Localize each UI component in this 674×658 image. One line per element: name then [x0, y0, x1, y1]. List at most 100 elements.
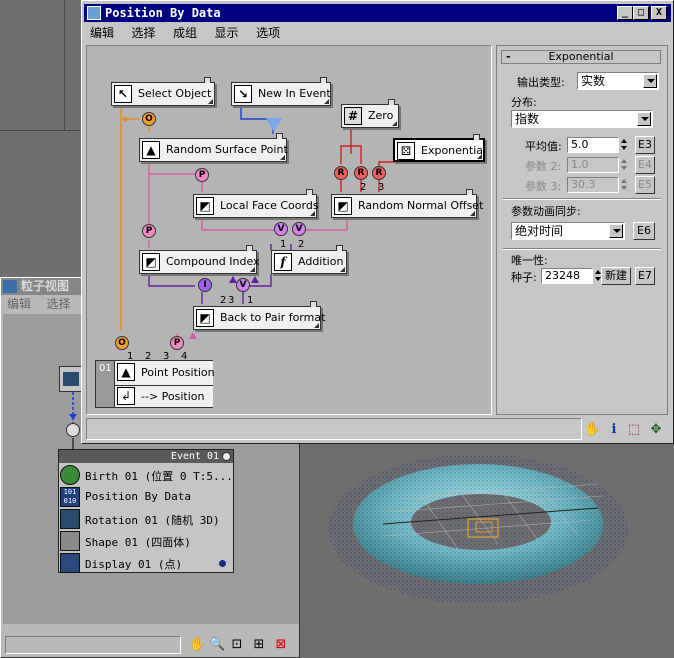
menu-edit[interactable]: 编辑: [90, 26, 114, 40]
node-random-normal-offset[interactable]: ◩ Random Normal Offset: [331, 189, 483, 218]
hand-pan-icon[interactable]: ✋: [189, 637, 205, 653]
perspective-viewport[interactable]: [298, 444, 674, 658]
hash-icon: #: [344, 107, 362, 125]
node-output-tab[interactable]: [466, 189, 473, 195]
operator-display[interactable]: Display 01 (点): [59, 552, 233, 574]
operator-birth[interactable]: Birth 01 (位置 0 T:5...: [59, 464, 233, 486]
circle-v[interactable]: V: [292, 222, 306, 236]
event-input-connector[interactable]: [66, 423, 80, 437]
seed-input[interactable]: 23248: [541, 268, 593, 284]
menu-group[interactable]: 成组: [173, 26, 197, 40]
node-output-tab[interactable]: [310, 301, 317, 307]
menu-display[interactable]: 显示: [215, 26, 239, 40]
circle-p[interactable]: P: [142, 224, 156, 238]
node-random-surface-point[interactable]: ▲ Random Surface Point: [139, 133, 288, 162]
node-select-object[interactable]: ↖ Select Object: [111, 77, 215, 106]
point-position-row[interactable]: ▲ Point Position: [114, 361, 215, 385]
zoom-region-icon[interactable]: ⊡: [229, 637, 245, 653]
position-by-data-window[interactable]: Position By Data _ □ X 编辑 选择 成组 显示 选项 ↖ …: [81, 0, 674, 444]
light-bulb-icon[interactable]: [222, 452, 231, 461]
separator: [503, 198, 661, 200]
port-number: 3: [228, 295, 235, 306]
node-output-point-position[interactable]: 01 ▲ Point Position ↲ --> Position: [95, 360, 215, 408]
region-select-icon[interactable]: ⬚: [626, 422, 642, 438]
mean-spinner[interactable]: [621, 137, 629, 153]
circle-v[interactable]: V: [274, 222, 288, 236]
node-addition[interactable]: f Addition: [271, 245, 347, 274]
maximize-button[interactable]: □: [633, 6, 649, 20]
menu-select[interactable]: 选择: [132, 26, 156, 40]
node-zero[interactable]: # Zero: [341, 99, 399, 128]
node-output-tab[interactable]: [276, 133, 283, 139]
chevron-down-icon: [609, 224, 623, 238]
node-output-tab[interactable]: [246, 245, 253, 251]
operator-position-by-data[interactable]: 101 010 Position By Data: [59, 486, 233, 508]
seed-label: 种子:: [511, 271, 537, 284]
to-position-row[interactable]: ↲ --> Position: [114, 385, 213, 407]
zoom-extents-icon[interactable]: ⊞: [251, 637, 267, 653]
pv-menu-edit[interactable]: 编辑: [7, 297, 31, 311]
zoom-icon[interactable]: 🔍: [209, 637, 225, 653]
pv-menu-select[interactable]: 选择: [47, 297, 71, 311]
port-number: 3: [378, 182, 385, 193]
node-output-tab[interactable]: [388, 99, 395, 105]
node-new-in-event[interactable]: ↘ New In Event: [231, 77, 331, 106]
menu-options[interactable]: 选项: [256, 26, 280, 40]
distribution-select[interactable]: 指数: [511, 110, 653, 128]
node-local-face-coords[interactable]: ◩ Local Face Coords: [193, 189, 319, 218]
navigator-icon[interactable]: ✥: [648, 422, 664, 438]
node-compound-index[interactable]: ◩ Compound Index: [139, 245, 260, 274]
param3-key-button[interactable]: E5: [635, 176, 655, 194]
blue-triangle-connector[interactable]: [266, 118, 282, 132]
node-back-to-pair-format[interactable]: ◩ Back to Pair format: [193, 301, 325, 330]
new-seed-button[interactable]: 新建: [601, 267, 631, 285]
hand-pan-icon[interactable]: ✋: [584, 422, 600, 438]
node-output-tab[interactable]: [204, 77, 211, 83]
node-output-tab[interactable]: [336, 245, 343, 251]
sync-key-button[interactable]: E6: [633, 222, 655, 240]
node-label: New In Event: [258, 87, 331, 100]
param2-input[interactable]: 1.0: [567, 157, 619, 173]
param2-key-button[interactable]: E4: [635, 156, 655, 174]
function-icon: f: [274, 253, 292, 271]
pair-format-icon: ◩: [196, 309, 214, 327]
circle-r[interactable]: R: [372, 166, 386, 180]
mean-input[interactable]: 5.0: [567, 137, 619, 153]
output-circle-o[interactable]: O: [115, 336, 129, 350]
node-output-tab[interactable]: [306, 189, 313, 195]
circle-r[interactable]: R: [334, 166, 348, 180]
circle-p[interactable]: P: [170, 336, 184, 350]
main-status-field: [86, 418, 582, 440]
node-graph-canvas[interactable]: ↖ Select Object ↘ New In Event # Zero ⚄ …: [86, 45, 492, 415]
sync-select[interactable]: 绝对时间: [511, 222, 625, 240]
param2-spinner[interactable]: [621, 157, 629, 173]
event-header[interactable]: Event 01: [59, 450, 233, 463]
operator-label: Position By Data: [85, 490, 191, 503]
mean-key-button[interactable]: E3: [635, 136, 655, 154]
node-output-tab[interactable]: [473, 134, 480, 140]
output-circle-o[interactable]: O: [142, 112, 156, 126]
main-title-bar[interactable]: Position By Data _ □ X: [84, 4, 671, 22]
circle-v[interactable]: V: [236, 278, 250, 292]
minimize-button[interactable]: _: [617, 6, 633, 20]
info-icon[interactable]: i: [606, 422, 622, 438]
param3-input[interactable]: 30.3: [567, 177, 619, 193]
panel-rollout-header[interactable]: - Exponential: [501, 50, 661, 64]
node-label: Select Object: [138, 87, 212, 100]
circle-i[interactable]: I: [198, 278, 212, 292]
no-connection-icon[interactable]: ⊠: [273, 637, 289, 653]
birth-icon: [60, 465, 80, 485]
event-01-box[interactable]: Event 01 Birth 01 (位置 0 T:5... 101 010 Po…: [58, 449, 234, 573]
circle-p[interactable]: P: [195, 168, 209, 182]
new-seed-key-button[interactable]: E7: [635, 267, 655, 285]
operator-shape[interactable]: Shape 01 (四面体): [59, 530, 233, 552]
close-button[interactable]: X: [651, 6, 667, 20]
node-output-tab[interactable]: [320, 77, 327, 83]
port-number: 2: [298, 239, 305, 250]
param3-spinner[interactable]: [621, 177, 629, 193]
output-type-select[interactable]: 实数: [577, 72, 659, 90]
node-exponential[interactable]: ⚄ Exponential: [393, 134, 486, 162]
circle-r[interactable]: R: [354, 166, 368, 180]
output-type-label: 输出类型:: [517, 76, 565, 89]
operator-rotation[interactable]: Rotation 01 (随机 3D): [59, 508, 233, 530]
